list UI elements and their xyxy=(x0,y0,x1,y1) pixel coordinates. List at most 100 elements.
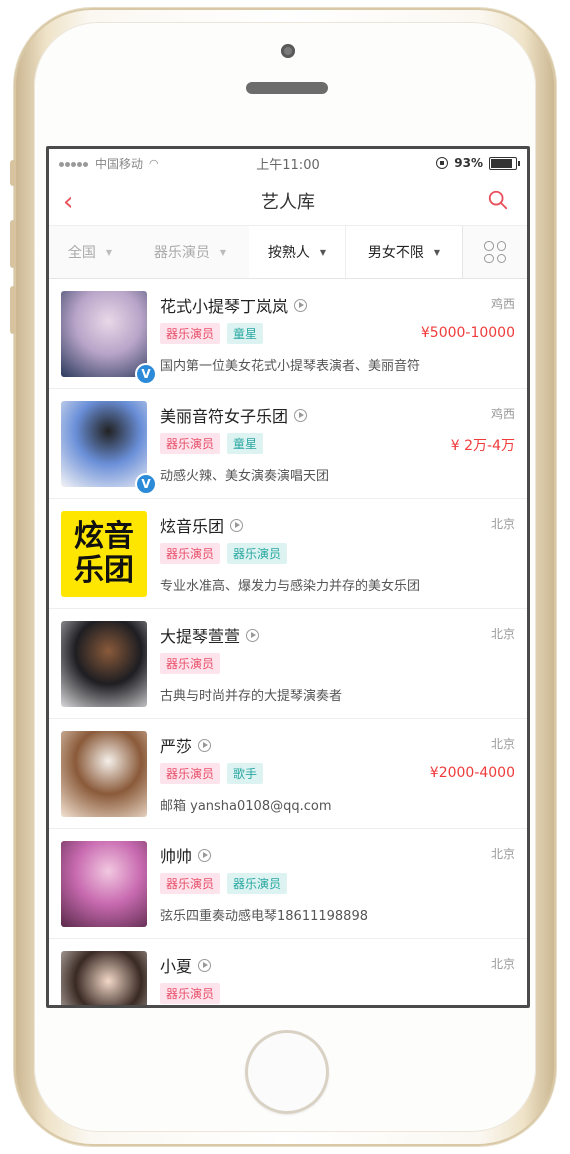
price-range: ¥5000-10000 xyxy=(420,325,515,341)
filter-gender-label: 男女不限 xyxy=(367,245,424,261)
battery-icon xyxy=(489,156,520,170)
caret-down-icon: ▼ xyxy=(433,247,441,257)
tag-list: 器乐演员 歌手 xyxy=(160,763,264,784)
avatar-logo-text: 炫音乐团 xyxy=(74,519,134,588)
filter-gender[interactable]: 男女不限 ▼ xyxy=(345,226,462,278)
artist-name-text: 花式小提琴丁岚岚 xyxy=(160,297,289,316)
avatar[interactable] xyxy=(61,841,147,927)
artist-name-text: 美丽音符女子乐团 xyxy=(160,407,289,426)
category-tag: 器乐演员 xyxy=(227,873,288,894)
category-tag: 器乐演员 xyxy=(160,763,221,784)
tag-list: 器乐演员 童星 xyxy=(160,433,264,454)
category-tag: 器乐演员 xyxy=(160,543,221,564)
artist-location: 北京 xyxy=(490,847,515,861)
list-item[interactable]: 帅帅 北京器乐演员 器乐演员弦乐四重奏动感电琴18611198898 xyxy=(49,829,527,939)
artist-description: 古典与时尚并存的大提琴演奏者 xyxy=(160,689,343,704)
filter-sort-label: 按熟人 xyxy=(267,245,310,261)
list-item[interactable]: 大提琴萱萱 北京器乐演员古典与时尚并存的大提琴演奏者 xyxy=(49,609,527,719)
play-icon[interactable] xyxy=(198,738,212,752)
status-bar: 中国移动 ◠ 上午11:00 93% xyxy=(49,149,527,177)
filter-category[interactable]: 器乐演员 ▼ xyxy=(131,226,249,278)
artist-name-text: 炫音乐团 xyxy=(160,517,225,536)
earpiece-speaker xyxy=(246,82,328,94)
artist-description: 动感火辣、美女演奏演唱天团 xyxy=(160,469,330,484)
artist-description: 专业水准高、爆发力与感染力并存的美女乐团 xyxy=(160,579,421,594)
avatar[interactable] xyxy=(61,401,147,487)
artist-name: 美丽音符女子乐团 xyxy=(160,403,308,427)
artist-name-text: 大提琴萱萱 xyxy=(160,627,241,646)
category-tag: 器乐演员 xyxy=(160,983,221,1004)
artist-name: 严莎 xyxy=(160,733,212,757)
verified-badge-icon: V xyxy=(135,363,157,385)
artist-description: 国内第一位美女花式小提琴表演者、美丽音符 xyxy=(160,359,421,374)
list-item[interactable]: 严莎 北京器乐演员 歌手 ¥2000-4000 邮箱 yansha0108@qq.com xyxy=(49,719,527,829)
play-icon[interactable] xyxy=(294,408,308,422)
grid-view-button[interactable] xyxy=(462,226,527,278)
artist-description: 弦乐四重奏动感电琴18611198898 xyxy=(160,909,368,924)
artist-name-text: 严莎 xyxy=(160,737,193,756)
mute-switch xyxy=(10,160,16,186)
caret-down-icon: ▼ xyxy=(105,247,113,257)
tag-list: 器乐演员 器乐演员 xyxy=(160,543,288,564)
list-item[interactable]: V 花式小提琴丁岚岚 鸡西器乐演员 童星 ¥5000-10000 国内第一位美女花式小提琴… xyxy=(49,279,527,389)
artist-name: 大提琴萱萱 xyxy=(160,623,260,647)
caret-down-icon: ▼ xyxy=(319,247,327,257)
status-time: 上午11:00 xyxy=(256,157,320,173)
artist-name: 炫音乐团 xyxy=(160,513,244,537)
app-screen: 中国移动 ◠ 上午11:00 93% ‹ 艺人库 全国 ▼ 器乐演员 ▼ 按熟人 ▼ … xyxy=(46,146,530,1008)
artist-location: 北京 xyxy=(490,627,515,641)
artist-location: 鸡西 xyxy=(490,407,515,421)
filter-region[interactable]: 全国 ▼ xyxy=(49,226,131,278)
category-tag: 器乐演员 xyxy=(160,323,221,344)
nav-bar: ‹ 艺人库 xyxy=(49,177,527,226)
artist-name-text: 帅帅 xyxy=(160,847,193,866)
volume-up-button xyxy=(10,220,16,268)
filter-bar: 全国 ▼ 器乐演员 ▼ 按熟人 ▼ 男女不限 ▼ xyxy=(49,226,527,279)
chevron-left-icon[interactable]: ‹ xyxy=(63,187,73,217)
list-item[interactable]: V 美丽音符女子乐团 鸡西器乐演员 童星 ¥ 2万-4万动感火辣、美女演奏演唱天团 xyxy=(49,389,527,499)
artist-list: V 花式小提琴丁岚岚 鸡西 器乐演员 童星 ¥5000-10000 国内第一位美女花式小提琴… xyxy=(49,279,527,1005)
artist-location: 鸡西 xyxy=(490,297,515,311)
tag-list: 器乐演员 xyxy=(160,983,221,1004)
category-tag: 器乐演员 xyxy=(160,653,221,674)
volume-down-button xyxy=(10,286,16,334)
category-tag: 器乐演员 xyxy=(160,433,221,454)
tag-list: 器乐演员 童星 xyxy=(160,323,264,344)
tag-list: 器乐演员 器乐演员 xyxy=(160,873,288,894)
home-button[interactable] xyxy=(245,1030,329,1114)
artist-location: 北京 xyxy=(490,737,515,751)
avatar[interactable] xyxy=(61,291,147,377)
price-range: ¥ 2万-4万 xyxy=(450,438,515,454)
front-camera xyxy=(281,44,295,58)
category-tag: 童星 xyxy=(227,433,264,454)
play-icon[interactable] xyxy=(198,958,212,972)
category-tag: 歌手 xyxy=(227,763,264,784)
list-item[interactable]: 小夏 北京 器乐演员 xyxy=(49,939,527,1005)
search-icon[interactable] xyxy=(487,189,509,211)
play-icon[interactable] xyxy=(198,848,212,862)
filter-category-label: 器乐演员 xyxy=(153,245,210,261)
category-tag: 童星 xyxy=(227,323,264,344)
artist-location: 北京 xyxy=(490,517,515,531)
price-range: ¥2000-4000 xyxy=(429,765,515,781)
list-item[interactable]: 炫音乐团 炫音乐团 北京器乐演员 器乐演员专业水准高、爆发力与感染力并存的美女乐团 xyxy=(49,499,527,609)
avatar[interactable] xyxy=(61,621,147,707)
filter-sort[interactable]: 按熟人 ▼ xyxy=(249,226,345,278)
verified-badge-icon: V xyxy=(135,473,157,495)
page-title: 艺人库 xyxy=(261,192,315,213)
play-icon[interactable] xyxy=(230,518,244,532)
category-tag: 器乐演员 xyxy=(160,873,221,894)
artist-name: 花式小提琴丁岚岚 xyxy=(160,293,308,317)
avatar[interactable] xyxy=(61,951,147,1005)
avatar[interactable]: 炫音乐团 xyxy=(61,511,147,597)
artist-description: 邮箱 yansha0108@qq.com xyxy=(160,799,332,814)
caret-down-icon: ▼ xyxy=(219,247,227,257)
tag-list: 器乐演员 xyxy=(160,653,221,674)
play-icon[interactable] xyxy=(294,298,308,312)
grid-icon xyxy=(484,241,506,263)
avatar[interactable] xyxy=(61,731,147,817)
artist-name: 小夏 xyxy=(160,953,212,977)
category-tag: 器乐演员 xyxy=(227,543,288,564)
play-icon[interactable] xyxy=(246,628,260,642)
artist-name-text: 小夏 xyxy=(160,957,193,976)
